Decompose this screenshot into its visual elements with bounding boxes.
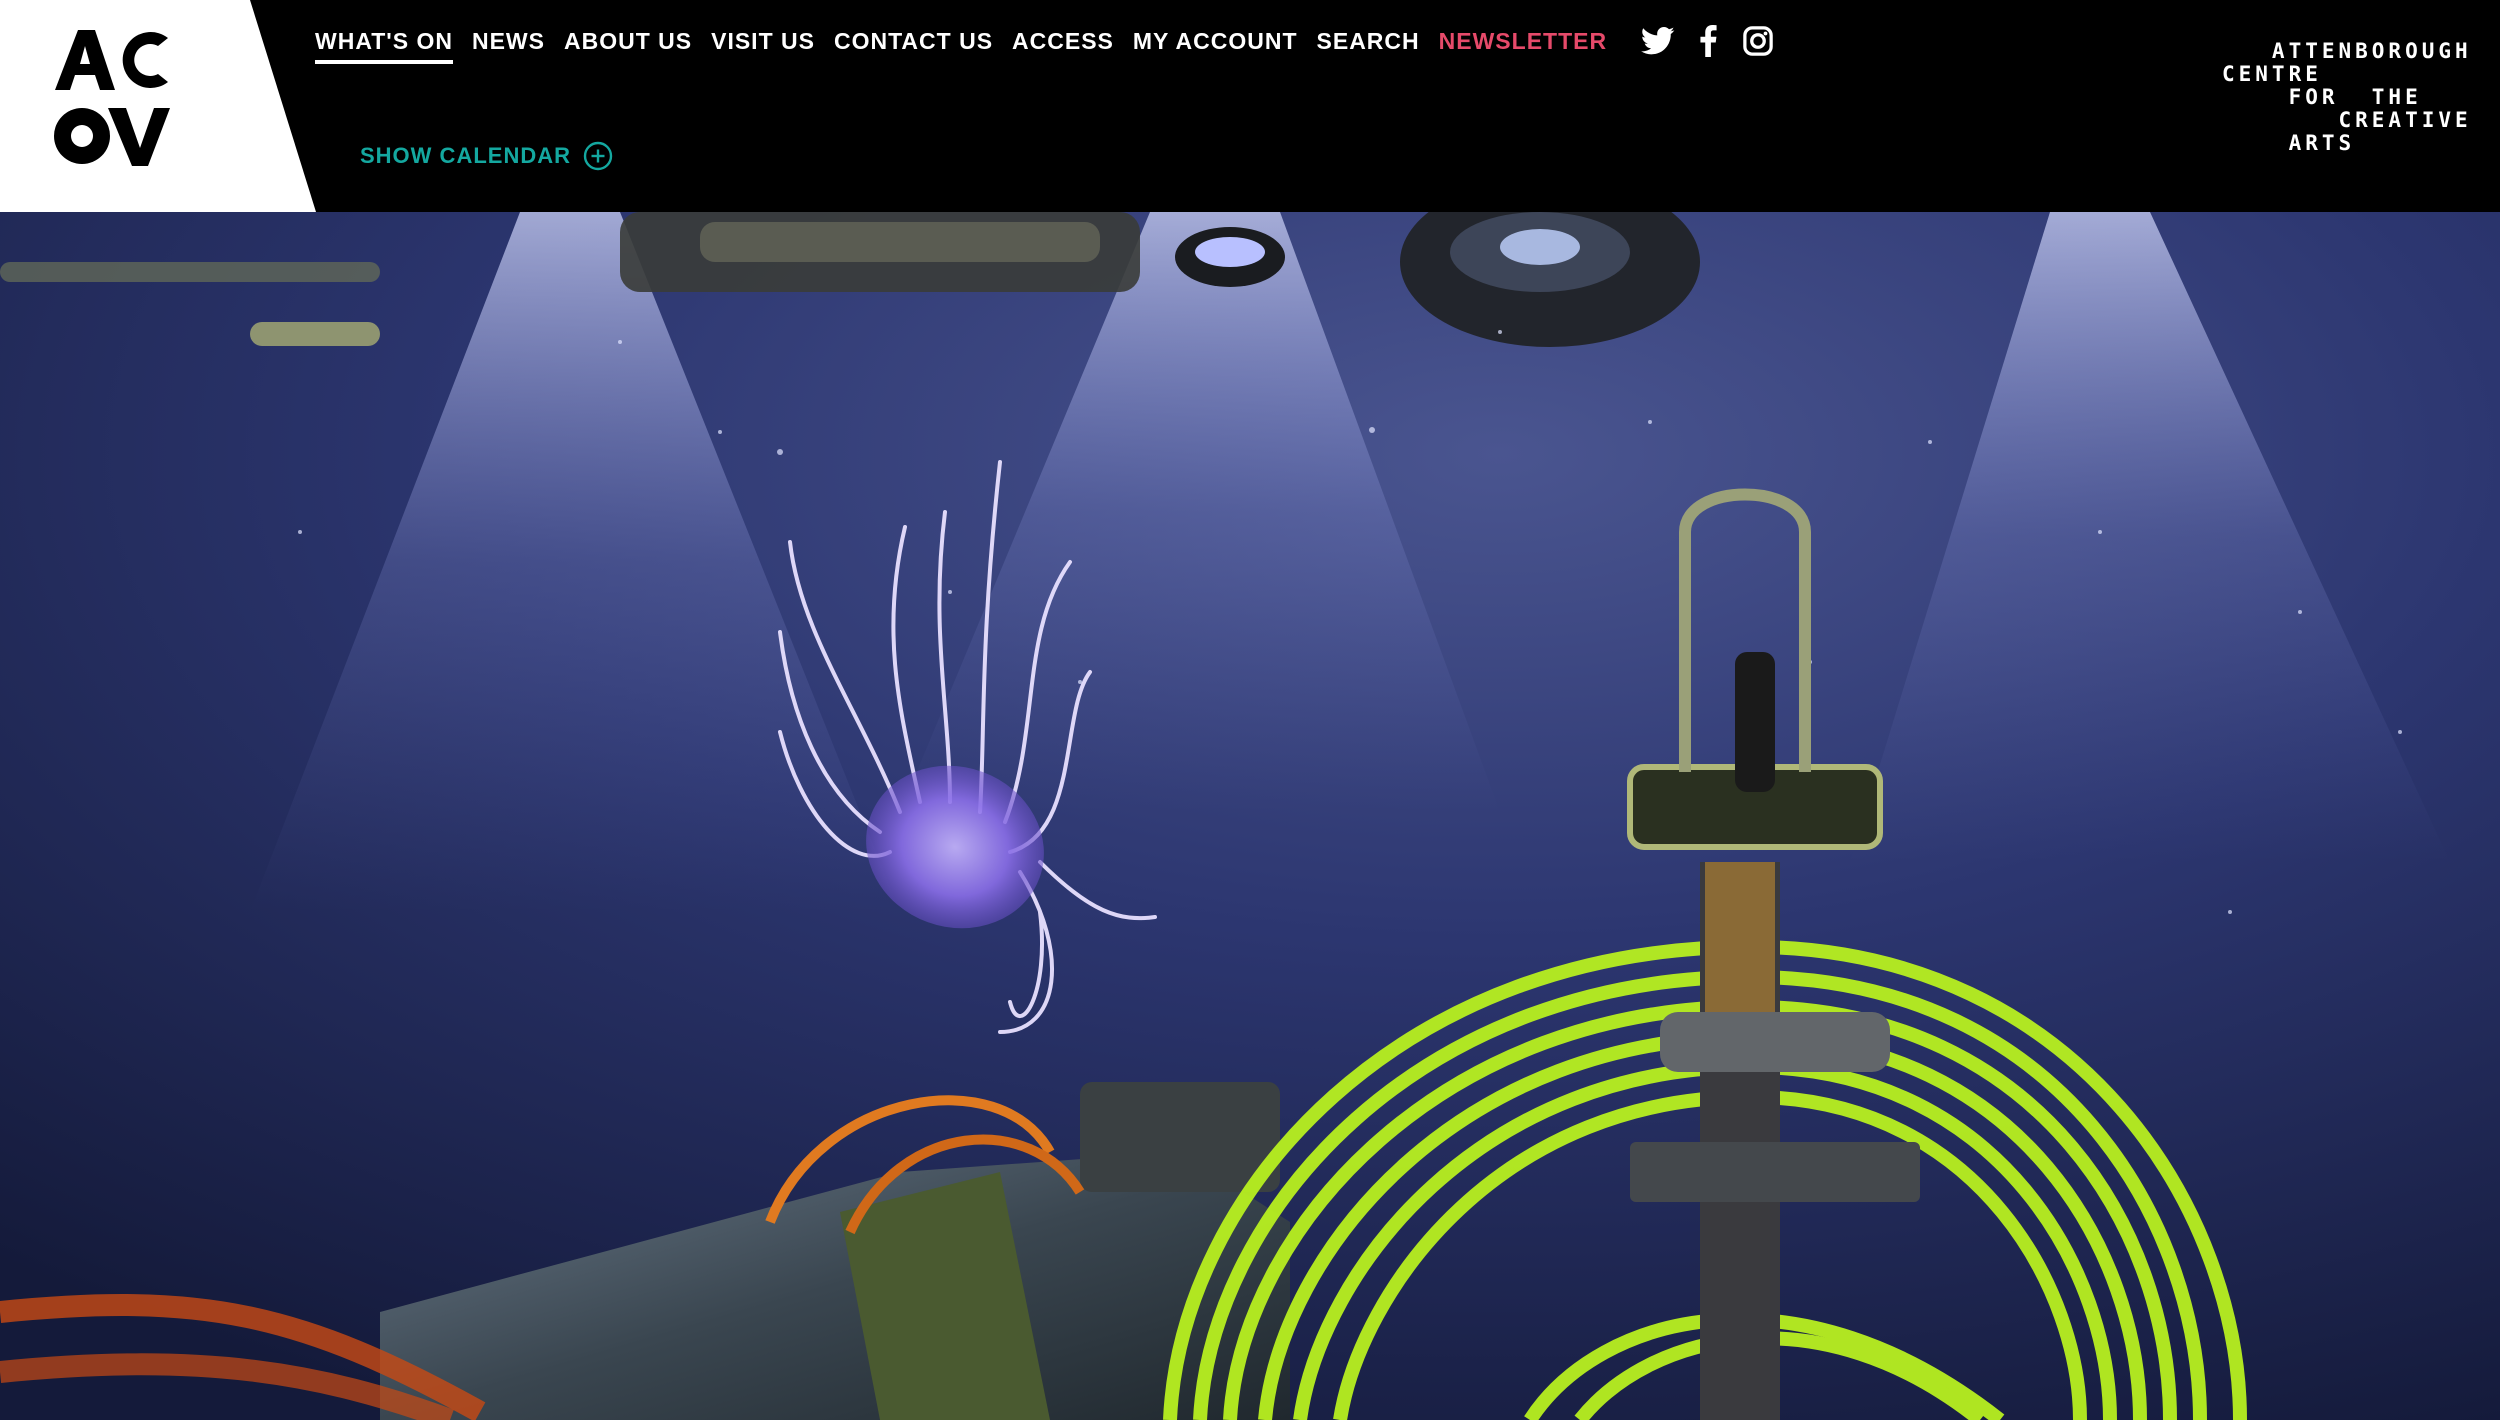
- instagram-icon[interactable]: [1740, 23, 1776, 59]
- site-logo[interactable]: [0, 0, 316, 212]
- main-nav: WHAT'S ON NEWS ABOUT US VISIT US CONTACT…: [315, 23, 1790, 64]
- nav-about-us[interactable]: ABOUT US: [564, 26, 692, 56]
- twitter-icon[interactable]: [1640, 23, 1676, 59]
- nav-visit-us[interactable]: VISIT US: [711, 26, 815, 56]
- brand-line: CENTRE: [2222, 62, 2322, 86]
- show-calendar-button[interactable]: SHOW CALENDAR: [360, 141, 613, 171]
- nav-access[interactable]: ACCESS: [1012, 26, 1114, 56]
- deep-sea-jellyfish-photo: [0, 212, 2500, 1420]
- hero-image: [0, 212, 2500, 1420]
- nav-my-account[interactable]: MY ACCOUNT: [1133, 26, 1298, 56]
- brand-wordmark[interactable]: ATTENBOROUGH CENTRE FOR THE CREATIVE ART…: [2222, 40, 2482, 155]
- acca-monogram-logo: [0, 0, 316, 212]
- nav-news[interactable]: NEWS: [472, 26, 545, 56]
- brand-line: CREATIVE: [2222, 108, 2472, 132]
- nav-newsletter[interactable]: NEWSLETTER: [1439, 26, 1607, 56]
- site-header: WHAT'S ON NEWS ABOUT US VISIT US CONTACT…: [0, 0, 2500, 212]
- plus-circle-icon: [583, 141, 613, 171]
- show-calendar-label: SHOW CALENDAR: [360, 143, 571, 168]
- brand-line: FOR THE: [2222, 85, 2422, 109]
- nav-search[interactable]: SEARCH: [1317, 26, 1420, 56]
- social-links: [1640, 23, 1790, 59]
- facebook-icon[interactable]: [1690, 23, 1726, 59]
- brand-line: ARTS: [2222, 131, 2356, 155]
- brand-line: ATTENBOROUGH: [2222, 39, 2472, 63]
- nav-whats-on[interactable]: WHAT'S ON: [315, 26, 453, 64]
- nav-contact-us[interactable]: CONTACT US: [834, 26, 993, 56]
